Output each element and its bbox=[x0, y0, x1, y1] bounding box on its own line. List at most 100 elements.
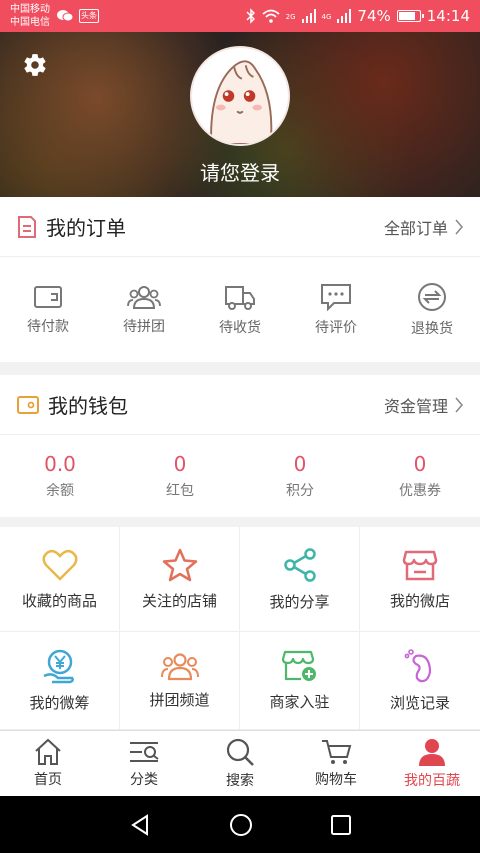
wallet-balance[interactable]: 0.0 余额 bbox=[0, 435, 120, 517]
service-label: 我的分享 bbox=[269, 592, 330, 611]
exchange-icon bbox=[418, 282, 446, 311]
recents-icon[interactable] bbox=[330, 814, 352, 836]
tab-profile[interactable]: 我的百蔬 bbox=[384, 731, 480, 796]
service-label: 我的微店 bbox=[389, 591, 450, 610]
battery-icon bbox=[396, 10, 424, 22]
order-item-label: 待评价 bbox=[315, 319, 357, 336]
my-micro-shop[interactable]: 我的微店 bbox=[360, 527, 480, 632]
orders-header[interactable]: 我的订单 全部订单 bbox=[0, 197, 480, 257]
all-orders-label: 全部订单 bbox=[383, 218, 448, 238]
star-icon bbox=[162, 548, 197, 581]
service-label: 浏览记录 bbox=[389, 694, 450, 712]
service-label: 我的微筹 bbox=[29, 694, 90, 712]
merchant-join[interactable]: 商家入驻 bbox=[240, 632, 360, 730]
browse-history[interactable]: 浏览记录 bbox=[360, 632, 480, 730]
tab-label: 搜索 bbox=[226, 773, 254, 789]
signal-icon-2 bbox=[337, 9, 352, 23]
footprint-icon bbox=[404, 649, 432, 683]
wallet-coupons[interactable]: 0 优惠券 bbox=[360, 435, 480, 517]
order-item-label: 待付款 bbox=[27, 318, 69, 335]
wallet-panel: 我的钱包 资金管理 0.0 余额 0 红包 0 积分 0 优惠券 bbox=[0, 375, 480, 517]
service-label: 拼团频道 bbox=[149, 691, 210, 709]
tab-label: 我的百蔬 bbox=[404, 773, 460, 789]
group-channel-icon bbox=[160, 653, 199, 681]
points-label: 积分 bbox=[286, 483, 314, 499]
chevron-right-icon bbox=[455, 219, 463, 234]
store-add-icon bbox=[281, 650, 316, 681]
status-bar: 中国移动 中国电信 头条 2G 4G 74% 14:14 bbox=[0, 0, 480, 32]
wallet-red-packet[interactable]: 0 红包 bbox=[120, 435, 240, 517]
chevron-right-icon bbox=[455, 397, 463, 412]
order-pending-receipt[interactable]: 待收货 bbox=[192, 257, 288, 362]
carrier-2: 中国电信 bbox=[10, 17, 50, 28]
services-grid: 收藏的商品 关注的店铺 我的分享 我的微店 我的微筹 拼团频道 商家入驻 浏览记… bbox=[0, 527, 480, 730]
net2-label: 4G bbox=[321, 13, 332, 21]
search-icon bbox=[226, 738, 254, 766]
home-icon bbox=[35, 738, 61, 765]
all-orders-link[interactable]: 全部订单 bbox=[384, 215, 464, 239]
gear-icon[interactable] bbox=[22, 52, 48, 78]
net1-label: 2G bbox=[285, 13, 296, 21]
wallet-title: 我的钱包 bbox=[48, 394, 128, 418]
wallet-stats-row: 0.0 余额 0 红包 0 积分 0 优惠券 bbox=[0, 435, 480, 517]
tab-category[interactable]: 分类 bbox=[96, 731, 192, 796]
carrier-1: 中国移动 bbox=[10, 4, 50, 15]
login-prompt[interactable]: 请您登录 bbox=[0, 157, 480, 186]
tab-search[interactable]: 搜索 bbox=[192, 731, 288, 796]
user-icon bbox=[419, 739, 445, 766]
balance-value: 0.0 bbox=[44, 452, 76, 476]
comment-icon bbox=[321, 283, 351, 311]
points-value: 0 bbox=[293, 452, 307, 476]
wifi-icon bbox=[262, 9, 280, 23]
order-pending-review[interactable]: 待评价 bbox=[288, 257, 384, 362]
order-item-label: 退换货 bbox=[411, 320, 453, 337]
group-buy-channel[interactable]: 拼团频道 bbox=[120, 632, 240, 730]
fund-management-link[interactable]: 资金管理 bbox=[384, 393, 464, 417]
order-returns[interactable]: 退换货 bbox=[384, 257, 480, 362]
wechat-icon bbox=[57, 10, 74, 22]
balance-label: 余额 bbox=[46, 483, 74, 499]
wallet-header[interactable]: 我的钱包 资金管理 bbox=[0, 375, 480, 435]
favorite-products[interactable]: 收藏的商品 bbox=[0, 527, 120, 632]
heart-icon bbox=[42, 549, 77, 581]
order-pending-payment[interactable]: 待付款 bbox=[0, 257, 96, 362]
wallet-card-icon bbox=[17, 395, 39, 414]
orders-title: 我的订单 bbox=[46, 216, 126, 240]
shop-icon bbox=[402, 550, 438, 580]
wallet-icon bbox=[34, 285, 62, 308]
coupons-label: 优惠券 bbox=[399, 483, 441, 499]
followed-shops[interactable]: 关注的店铺 bbox=[120, 527, 240, 632]
orders-panel: 我的订单 全部订单 待付款 待拼团 待收货 待评价 退换货 bbox=[0, 197, 480, 362]
avatar[interactable] bbox=[190, 46, 290, 146]
service-label: 收藏的商品 bbox=[21, 591, 97, 610]
clock: 14:14 bbox=[426, 7, 470, 25]
service-label: 关注的店铺 bbox=[141, 591, 217, 610]
home-circle-icon[interactable] bbox=[229, 813, 253, 837]
service-label: 商家入驻 bbox=[269, 693, 330, 711]
share-icon bbox=[283, 547, 316, 582]
tab-label: 分类 bbox=[130, 772, 158, 788]
cart-icon bbox=[322, 740, 352, 764]
category-icon bbox=[130, 742, 159, 762]
order-status-row: 待付款 待拼团 待收货 待评价 退换货 bbox=[0, 257, 480, 362]
carrier-info: 中国移动 中国电信 bbox=[10, 3, 50, 29]
system-nav-bar bbox=[0, 796, 480, 853]
bluetooth-icon bbox=[246, 8, 255, 24]
truck-icon bbox=[225, 285, 255, 310]
my-shares[interactable]: 我的分享 bbox=[240, 527, 360, 632]
tab-label: 购物车 bbox=[315, 772, 357, 788]
battery-percent: 74% bbox=[357, 7, 391, 25]
order-pending-group[interactable]: 待拼团 bbox=[96, 257, 192, 362]
order-list-icon bbox=[18, 215, 36, 238]
red-packet-value: 0 bbox=[173, 452, 187, 476]
tab-cart[interactable]: 购物车 bbox=[288, 731, 384, 796]
my-micro-funding[interactable]: 我的微筹 bbox=[0, 632, 120, 730]
back-icon[interactable] bbox=[128, 813, 152, 837]
order-item-label: 待收货 bbox=[219, 319, 261, 336]
order-item-label: 待拼团 bbox=[123, 318, 165, 335]
avatar-illustration bbox=[210, 60, 273, 144]
tab-home[interactable]: 首页 bbox=[0, 731, 96, 796]
coupons-value: 0 bbox=[413, 452, 427, 476]
yen-hand-icon bbox=[42, 649, 74, 684]
wallet-points[interactable]: 0 积分 bbox=[240, 435, 360, 517]
